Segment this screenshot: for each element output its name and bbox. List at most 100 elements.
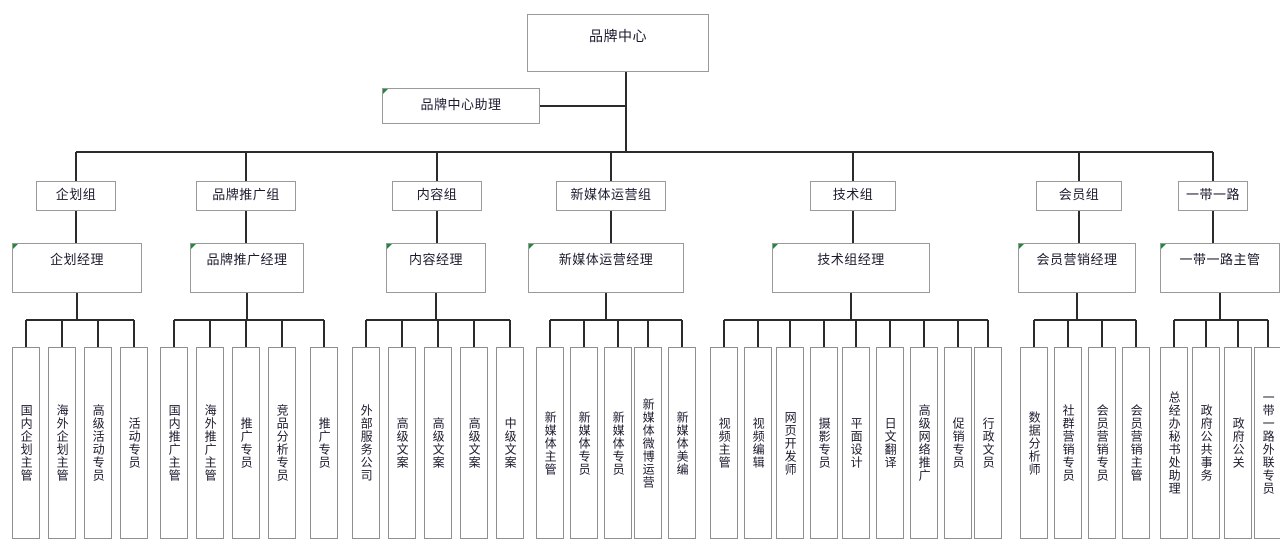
- leaf-node-3-4-label: 新媒体美编: [675, 410, 690, 476]
- leaf-node-2-1-label: 高级文案: [395, 417, 410, 469]
- leaf-drop-line-4-0: [723, 320, 725, 347]
- leaf-drop-line-2-3: [473, 320, 475, 347]
- leaf-node-5-0[interactable]: 数据分析师: [1020, 347, 1048, 539]
- leaf-bus-line-5: [1034, 319, 1136, 321]
- leaf-node-1-0[interactable]: 国内推广主管: [160, 347, 188, 539]
- leaf-node-6-3-label: 一带一路外联专员: [1261, 391, 1276, 495]
- manager-stem-line-6: [1219, 293, 1221, 320]
- group-drop-line-3: [610, 152, 612, 181]
- leaf-node-2-2[interactable]: 高级文案: [424, 347, 452, 539]
- group-node-1-label: 品牌推广组: [212, 187, 280, 203]
- leaf-node-6-3[interactable]: 一带一路外联专员: [1254, 347, 1280, 539]
- leaf-node-2-4[interactable]: 中级文案: [496, 347, 524, 539]
- leaf-node-4-7[interactable]: 促销专员: [944, 347, 972, 539]
- manager-drop-line-2: [436, 211, 438, 243]
- group-node-1[interactable]: 品牌推广组: [196, 181, 296, 211]
- leaf-node-2-1[interactable]: 高级文案: [388, 347, 416, 539]
- group-drop-line-4: [852, 152, 854, 181]
- leaf-node-4-6[interactable]: 高级网络推广: [910, 347, 938, 539]
- leaf-node-2-3[interactable]: 高级文案: [460, 347, 488, 539]
- group-node-6-label: 一带一路: [1185, 187, 1240, 203]
- leaf-node-6-2-label: 政府公关: [1231, 417, 1246, 469]
- leaf-drop-line-5-3: [1135, 320, 1137, 347]
- leaf-drop-line-3-2: [617, 320, 619, 347]
- root-node[interactable]: 品牌中心: [527, 14, 709, 72]
- assistant-node[interactable]: 品牌中心助理: [382, 88, 540, 124]
- leaf-node-0-3-label: 活动专员: [127, 417, 142, 469]
- manager-node-4[interactable]: 技术组经理: [772, 243, 930, 293]
- leaf-node-4-8-label: 行政文员: [981, 417, 996, 469]
- leaf-drop-line-2-4: [509, 320, 511, 347]
- leaf-node-3-4[interactable]: 新媒体美编: [668, 347, 696, 539]
- group-node-5[interactable]: 会员组: [1036, 181, 1122, 211]
- group-drop-line-6: [1212, 152, 1214, 181]
- leaf-drop-line-4-1: [757, 320, 759, 347]
- manager-node-6[interactable]: 一带一路主管: [1160, 243, 1280, 293]
- leaf-node-5-1[interactable]: 社群营销专员: [1054, 347, 1082, 539]
- leaf-node-2-0[interactable]: 外部服务公司: [352, 347, 380, 539]
- leaf-drop-line-3-4: [681, 320, 683, 347]
- leaf-node-4-3[interactable]: 摄影专员: [810, 347, 838, 539]
- leaf-node-4-8[interactable]: 行政文员: [974, 347, 1002, 539]
- leaf-drop-line-2-0: [365, 320, 367, 347]
- leaf-node-3-1-label: 新媒体专员: [577, 410, 592, 476]
- leaf-node-1-4-label: 推广专员: [317, 417, 332, 469]
- leaf-node-5-1-label: 社群营销专员: [1061, 404, 1076, 482]
- group-node-4[interactable]: 技术组: [810, 181, 896, 211]
- leaf-node-1-4[interactable]: 推广专员: [310, 347, 338, 539]
- leaf-node-0-0[interactable]: 国内企划主管: [12, 347, 40, 539]
- manager-node-5[interactable]: 会员营销经理: [1018, 243, 1136, 293]
- group-node-2[interactable]: 内容组: [392, 181, 482, 211]
- leaf-drop-line-1-3: [281, 320, 283, 347]
- group-node-0[interactable]: 企划组: [36, 181, 116, 211]
- leaf-node-1-2[interactable]: 推广专员: [232, 347, 260, 539]
- leaf-node-3-1[interactable]: 新媒体专员: [570, 347, 598, 539]
- manager-drop-line-6: [1212, 211, 1214, 243]
- group-node-3[interactable]: 新媒体运营组: [556, 181, 666, 211]
- leaf-node-0-3[interactable]: 活动专员: [120, 347, 148, 539]
- manager-node-3[interactable]: 新媒体运营经理: [528, 243, 684, 293]
- leaf-node-4-4[interactable]: 平面设计: [842, 347, 870, 539]
- org-chart: 品牌中心品牌中心助理企划组企划经理国内企划主管 海外企划主管 高级活动专员 活动专员 品…: [0, 0, 1280, 549]
- leaf-drop-line-1-0: [173, 320, 175, 347]
- leaf-node-6-2[interactable]: 政府公关: [1224, 347, 1252, 539]
- leaf-node-5-3-label: 会员营销主管: [1129, 404, 1144, 482]
- leaf-node-4-1[interactable]: 视频编辑: [744, 347, 772, 539]
- manager-node-2-label: 内容经理: [408, 253, 463, 268]
- group-node-6[interactable]: 一带一路: [1178, 181, 1248, 211]
- leaf-drop-line-4-6: [923, 320, 925, 347]
- leaf-node-0-1[interactable]: 海外企划主管: [48, 347, 76, 539]
- leaf-node-0-0-label: 国内企划主管: [19, 404, 34, 482]
- manager-node-3-label: 新媒体运营经理: [558, 253, 654, 268]
- leaf-node-1-1[interactable]: 海外推广主管: [196, 347, 224, 539]
- leaf-node-6-1[interactable]: 政府公共事务: [1192, 347, 1220, 539]
- leaf-node-4-0[interactable]: 视频主管: [710, 347, 738, 539]
- manager-drop-line-4: [852, 211, 854, 243]
- leaf-drop-line-1-4: [323, 320, 325, 347]
- leaf-node-4-5[interactable]: 日文翻译: [876, 347, 904, 539]
- leaf-node-6-1-label: 政府公共事务: [1199, 404, 1214, 482]
- leaf-drop-line-4-3: [823, 320, 825, 347]
- leaf-node-0-2[interactable]: 高级活动专员: [84, 347, 112, 539]
- manager-node-1[interactable]: 品牌推广经理: [190, 243, 304, 293]
- leaf-node-6-0[interactable]: 总经办秘书处助理: [1160, 347, 1188, 539]
- manager-stem-line-4: [850, 293, 852, 320]
- leaf-drop-line-0-2: [97, 320, 99, 347]
- leaf-node-1-3[interactable]: 竞品分析专员: [268, 347, 296, 539]
- manager-stem-line-1: [246, 293, 248, 320]
- leaf-node-4-2[interactable]: 网页开发师: [776, 347, 804, 539]
- leaf-node-5-3[interactable]: 会员营销主管: [1122, 347, 1150, 539]
- manager-node-1-label: 品牌推广经理: [206, 253, 288, 268]
- leaf-node-3-3[interactable]: 新媒体微博运营: [634, 347, 662, 539]
- leaf-node-4-3-label: 摄影专员: [817, 417, 832, 469]
- leaf-node-3-2[interactable]: 新媒体专员: [604, 347, 632, 539]
- manager-node-2[interactable]: 内容经理: [386, 243, 486, 293]
- manager-node-0[interactable]: 企划经理: [12, 243, 142, 293]
- leaf-node-2-3-label: 高级文案: [467, 417, 482, 469]
- leaf-node-3-0[interactable]: 新媒体主管: [536, 347, 564, 539]
- leaf-drop-line-1-2: [245, 320, 247, 347]
- leaf-drop-line-5-0: [1033, 320, 1035, 347]
- manager-drop-line-5: [1078, 211, 1080, 243]
- leaf-node-5-2[interactable]: 会员营销专员: [1088, 347, 1116, 539]
- leaf-node-3-3-label: 新媒体微博运营: [641, 397, 656, 489]
